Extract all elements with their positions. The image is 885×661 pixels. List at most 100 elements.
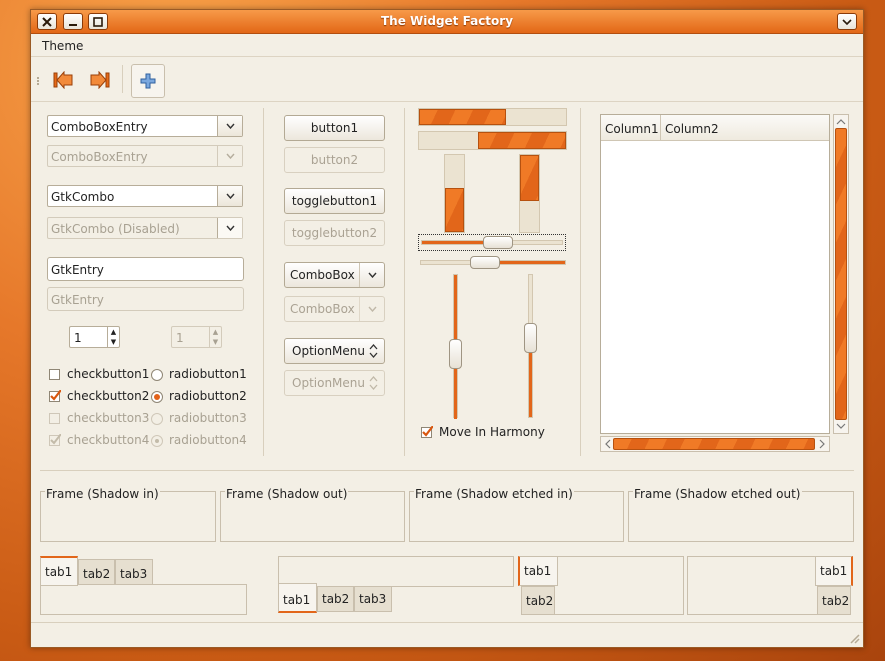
move-in-harmony-label[interactable]: Move In Harmony <box>439 425 545 439</box>
spinbutton-arrows[interactable]: ▲ ▼ <box>107 327 119 347</box>
spinbutton-value[interactable]: 1 <box>74 331 82 345</box>
combobox-button[interactable]: ComboBox <box>284 262 385 288</box>
notebook-bottom-tab2[interactable]: tab2 <box>317 586 354 612</box>
combobox-button-disabled: ComboBox <box>284 296 385 322</box>
notebook-left-tab1[interactable]: tab1 <box>518 556 558 586</box>
tree-hscrollbar[interactable] <box>600 436 830 452</box>
window-menu-button[interactable] <box>837 13 857 30</box>
gtkcombo-dropdown[interactable] <box>217 186 242 206</box>
gtkcombo-text[interactable]: GtkCombo <box>51 190 114 204</box>
column-separator-3 <box>580 108 581 456</box>
go-first-button[interactable] <box>48 65 78 95</box>
notebook-top-page <box>40 584 247 615</box>
vscale-1-knob[interactable] <box>449 338 462 369</box>
radiobutton2-circle[interactable] <box>151 391 163 403</box>
tree-vscrollbar[interactable] <box>833 114 849 434</box>
notebook-bottom-tab1[interactable]: tab1 <box>278 583 317 613</box>
checkbutton1-box[interactable] <box>49 369 60 380</box>
go-last-icon <box>90 71 110 89</box>
toolbar-grip[interactable] <box>37 77 41 85</box>
notebook-top-tab2[interactable]: tab2 <box>78 559 115 585</box>
column2-header[interactable]: Column2 <box>661 115 829 141</box>
gtkentry[interactable]: GtkEntry <box>47 257 244 281</box>
gtkcombo-disabled-text: GtkCombo (Disabled) <box>51 222 180 236</box>
notebook-left-tab2[interactable]: tab2 <box>521 586 555 615</box>
notebook-right-tab1[interactable]: tab1 <box>815 556 853 586</box>
comboboxentry-dropdown[interactable] <box>217 116 242 136</box>
hscale-2-knob[interactable] <box>469 256 500 269</box>
notebook-bottom-tab3[interactable]: tab3 <box>354 586 392 612</box>
tree-hscrollbar-thumb[interactable] <box>613 438 815 450</box>
statusbar <box>31 623 863 647</box>
optionmenu-disabled-label: OptionMenu <box>292 376 365 390</box>
radiobutton1-circle[interactable] <box>151 369 163 381</box>
hscale-1[interactable] <box>418 234 566 251</box>
spinbutton-disabled: 1 ▲ ▼ <box>171 326 222 348</box>
chevron-down-icon <box>367 306 377 312</box>
checkbutton2-label[interactable]: checkbutton2 <box>67 389 149 403</box>
optionmenu-button[interactable]: OptionMenu <box>284 338 385 364</box>
checkbutton4-label: checkbutton4 <box>67 433 150 447</box>
gtkentry-text[interactable]: GtkEntry <box>51 263 104 277</box>
add-button[interactable] <box>131 64 165 98</box>
resize-grip-icon[interactable] <box>848 632 860 644</box>
radiobutton4-circle <box>151 435 163 447</box>
radiobutton3-label: radiobutton3 <box>169 411 247 425</box>
tree-view[interactable]: Column1 Column2 <box>600 114 830 434</box>
column-separator-1 <box>263 108 264 456</box>
add-icon <box>140 73 156 89</box>
chevron-down-icon[interactable] <box>834 421 848 431</box>
radiobutton2-label[interactable]: radiobutton2 <box>169 389 247 403</box>
hscale-1-knob[interactable] <box>482 236 513 249</box>
togglebutton2: togglebutton2 <box>284 220 385 246</box>
title-bar[interactable]: The Widget Factory <box>31 10 863 34</box>
combobox-button-label: ComboBox <box>290 268 355 282</box>
toolbar-separator <box>122 65 123 93</box>
frame-shadow-in-label: Frame (Shadow in) <box>45 487 160 501</box>
comboboxentry[interactable]: ComboBoxEntry <box>47 115 243 137</box>
notebook-top-tab1[interactable]: tab1 <box>40 556 78 586</box>
gtkcombo-disabled-dropdown[interactable] <box>217 218 242 238</box>
button1[interactable]: button1 <box>284 115 385 141</box>
comboboxentry-text[interactable]: ComboBoxEntry <box>51 120 148 134</box>
progressbar-fill <box>520 155 539 202</box>
frame-shadow-out: Frame (Shadow out) <box>220 487 405 542</box>
frame-shadow-etched-out: Frame (Shadow etched out) <box>628 487 854 542</box>
chevron-down-icon <box>225 123 235 129</box>
vscale-1[interactable] <box>448 274 463 419</box>
togglebutton1[interactable]: togglebutton1 <box>284 188 385 214</box>
combobox-button-disabled-label: ComboBox <box>290 302 355 316</box>
chevron-left-icon[interactable] <box>603 437 613 451</box>
notebook-right-tab2[interactable]: tab2 <box>817 586 851 615</box>
gtkcombo[interactable]: GtkCombo <box>47 185 243 207</box>
chevron-down-icon <box>225 153 235 159</box>
chevron-down-icon <box>225 193 235 199</box>
checkmark-icon <box>50 390 61 401</box>
checkbutton4-box <box>49 434 61 446</box>
progressbar-fill <box>477 132 566 149</box>
checkbutton1-label[interactable]: checkbutton1 <box>67 367 149 381</box>
radiobutton1-label[interactable]: radiobutton1 <box>169 367 247 381</box>
vscale-2[interactable] <box>523 274 538 418</box>
tree-vscrollbar-thumb[interactable] <box>835 128 847 420</box>
move-in-harmony-box[interactable] <box>421 426 433 438</box>
chevron-up-icon[interactable] <box>834 117 848 127</box>
chevron-down-icon <box>367 272 377 278</box>
checkmark-icon <box>50 434 61 445</box>
go-last-button[interactable] <box>85 65 115 95</box>
hscale-2[interactable] <box>420 254 566 271</box>
chevron-down-icon <box>225 225 235 231</box>
checkbutton2-box[interactable] <box>49 390 61 402</box>
spinbutton-disabled-value: 1 <box>176 331 184 345</box>
vscale-2-knob[interactable] <box>524 323 537 354</box>
optionmenu-button-disabled: OptionMenu <box>284 370 385 396</box>
column-separator-2 <box>404 108 405 456</box>
column1-header[interactable]: Column1 <box>601 115 661 141</box>
frame-shadow-etched-in: Frame (Shadow etched in) <box>409 487 624 542</box>
go-first-icon <box>53 71 73 89</box>
menu-theme[interactable]: Theme <box>42 39 83 53</box>
notebook-top-tab3[interactable]: tab3 <box>115 559 153 585</box>
chevron-right-icon[interactable] <box>817 437 827 451</box>
spinbutton[interactable]: 1 ▲ ▼ <box>69 326 120 348</box>
up-down-arrows-icon <box>369 376 378 390</box>
